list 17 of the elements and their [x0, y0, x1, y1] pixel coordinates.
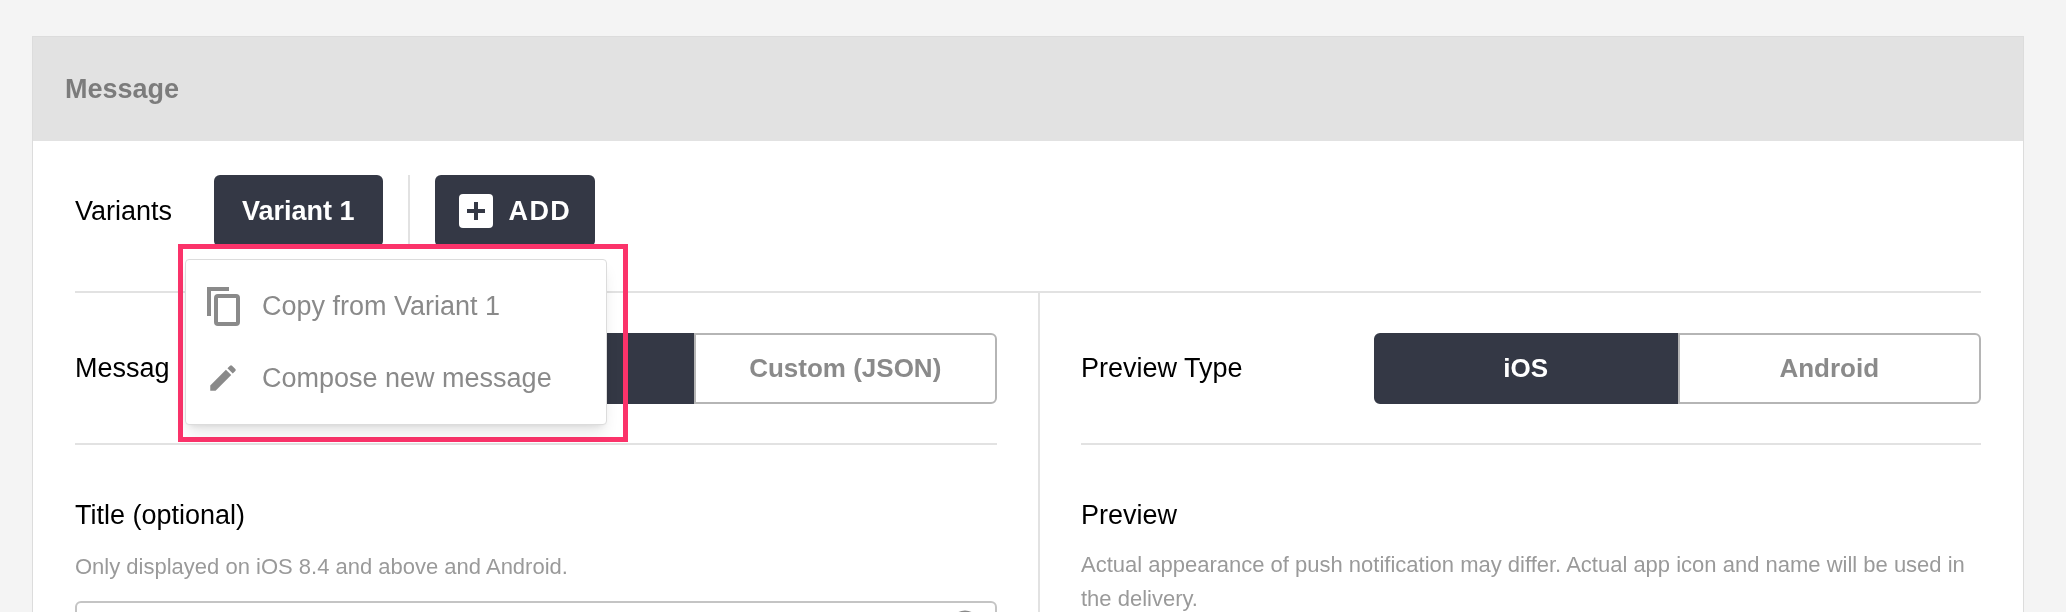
preview-description: Actual appearance of push notification may differ. Actual app icon and name will be used in the delivery. — [1081, 550, 1966, 612]
add-button[interactable]: ADD — [434, 175, 596, 247]
variant-tab[interactable]: Variant 1 — [214, 175, 383, 247]
plus-icon — [458, 194, 493, 228]
title-label: Title (optional) — [75, 499, 247, 532]
variants-label: Variants — [75, 194, 174, 228]
message-type-label: Messag — [75, 351, 170, 385]
segment-option[interactable]: Android — [1677, 332, 1981, 404]
preview-label: Preview — [1081, 499, 1179, 532]
panel-title: Message — [65, 72, 180, 106]
preview-type-label: Preview Type — [1081, 351, 1243, 385]
segment-option[interactable]: iOS — [1374, 332, 1678, 404]
copy-icon — [206, 286, 240, 326]
segment-option[interactable]: Custom (JSON) — [693, 332, 997, 404]
title-hint: Only displayed on iOS 8.4 and above and Android. — [75, 552, 569, 581]
menu-item[interactable]: Compose new message — [206, 342, 586, 414]
menu-item[interactable]: Copy from Variant 1 — [206, 270, 586, 342]
